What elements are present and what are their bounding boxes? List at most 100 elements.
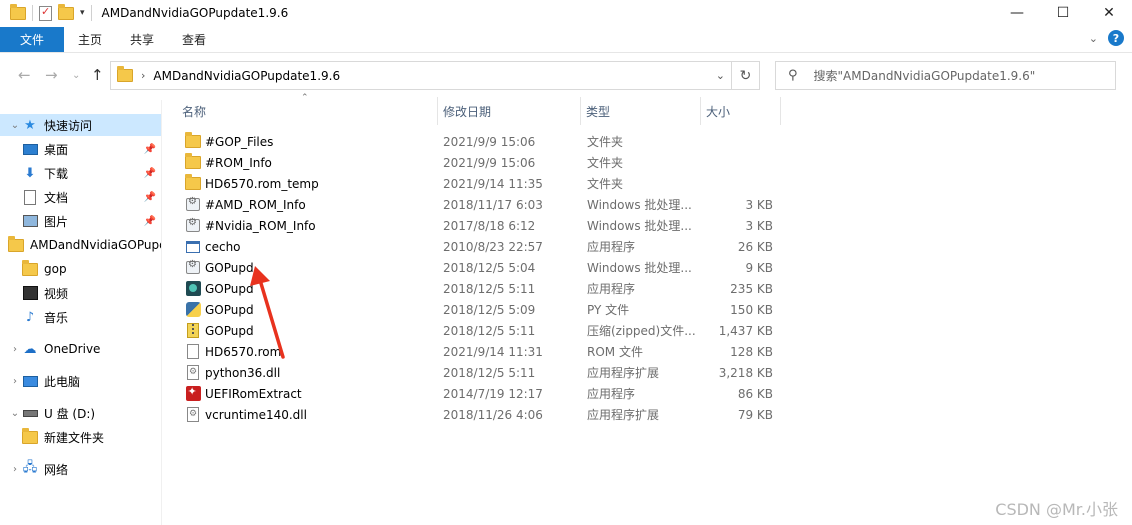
sidebar-item-downloads[interactable]: ⬇ 下载 📌 [0,162,162,184]
annotation-arrow-icon [250,266,285,359]
expand-ribbon-chevron-icon[interactable]: ⌄ [1089,32,1098,45]
pin-icon[interactable]: 📌 [144,144,156,155]
file-name: HD6570.rom_temp [205,176,319,191]
file-date: 2021/9/9 15:06 [443,155,536,170]
ribbon-divider [0,52,1132,53]
breadcrumb-chevron-icon[interactable]: › [141,69,145,82]
sidebar-item-quick-access[interactable]: ⌄ ★ 快速访问 [0,114,162,136]
sidebar-item-label: 视频 [44,286,69,301]
file-row[interactable]: #Nvidia_ROM_Info 2017/8/18 6:12 Windows … [177,215,777,236]
tab-file[interactable]: 文件 [0,27,65,52]
file-row[interactable]: UEFIRomExtract 2014/7/19 12:17 应用程序 86 K… [177,383,777,404]
sidebar-item-documents[interactable]: 文档 📌 [0,186,162,208]
sidebar-item-this-pc[interactable]: › 此电脑 [0,370,162,392]
sidebar-item-amdandnvidia-folder[interactable]: AMDandNvidiaGOPupdate1.9.6 [0,234,162,256]
document-icon [22,189,38,205]
up-arrow-icon[interactable]: ↑ [91,66,104,84]
batch-file-icon [185,217,201,234]
sidebar-item-label: 下载 [44,166,69,181]
file-row[interactable]: #AMD_ROM_Info 2018/11/17 6:03 Windows 批处… [177,194,777,215]
file-size: 3 KB [745,218,773,233]
sidebar-scrollbar[interactable] [161,100,162,525]
file-size: 3 KB [745,197,773,212]
sidebar-item-gop[interactable]: gop [0,258,162,280]
sidebar-item-label: U 盘 (D:) [44,406,96,421]
file-row[interactable]: HD6570.rom_temp 2021/9/14 11:35 文件夹 [177,173,777,194]
close-button[interactable]: ✕ [1086,0,1132,26]
file-date: 2018/11/26 4:06 [443,407,543,422]
sidebar-item-music[interactable]: ♪ 音乐 [0,306,162,328]
desktop-icon [22,141,38,157]
star-icon: ★ [24,117,36,133]
sidebar-item-pictures[interactable]: 图片 📌 [0,210,162,232]
pin-icon[interactable]: 📌 [144,192,156,203]
dll-file-icon [185,365,201,381]
search-input[interactable]: ⚲ 搜索"AMDandNvidiaGOPupdate1.9.6" [775,61,1116,90]
minimize-button[interactable]: — [994,0,1040,26]
column-header-name[interactable]: 名称 [176,97,436,125]
collapse-chevron-icon[interactable]: ⌄ [8,120,22,131]
search-placeholder: 搜索"AMDandNvidiaGOPupdate1.9.6" [813,69,1036,83]
pin-icon[interactable]: 📌 [144,168,156,179]
uefi-app-icon [185,385,201,402]
address-dropdown-icon[interactable]: ⌄ [716,69,725,82]
file-type: 应用程序 [587,282,636,296]
file-name: #GOP_Files [205,134,274,149]
download-icon: ⬇ [24,165,36,181]
refresh-icon[interactable]: ↻ [731,62,759,89]
tab-share[interactable]: 共享 [116,27,168,52]
sidebar-item-label: AMDandNvidiaGOPupdate1.9.6 [30,238,162,252]
file-type: ROM 文件 [587,345,643,359]
folder-icon [117,66,133,82]
computer-icon [22,373,38,389]
sidebar-item-label: 新建文件夹 [44,430,105,445]
file-row[interactable]: vcruntime140.dll 2018/11/26 4:06 应用程序扩展 … [177,404,777,425]
recent-locations-chevron-icon[interactable]: ⌄ [72,70,80,81]
address-bar[interactable]: › AMDandNvidiaGOPupdate1.9.6 ⌄ ↻ [110,61,760,90]
sidebar-item-desktop[interactable]: 桌面 📌 [0,138,162,160]
back-arrow-icon[interactable]: ← [18,66,31,84]
help-icon[interactable]: ? [1108,30,1124,46]
file-row[interactable]: cecho 2010/8/23 22:57 应用程序 26 KB [177,236,777,257]
navigation-row: ← → ⌄ ↑ › AMDandNvidiaGOPupdate1.9.6 ⌄ ↻… [0,58,1132,92]
column-header-size[interactable]: 大小 [700,97,780,125]
customize-toolbar-chevron-icon[interactable]: ▾ [80,8,85,18]
file-type: 文件夹 [587,177,624,191]
expand-chevron-icon[interactable]: › [8,464,22,475]
file-date: 2010/8/23 22:57 [443,239,543,254]
file-type: 应用程序 [587,240,636,254]
ribbon-tabs: 文件 主页 共享 查看 ⌄ ? [0,27,1132,52]
forward-arrow-icon[interactable]: → [45,66,58,84]
expand-chevron-icon[interactable]: › [8,376,22,387]
pin-icon[interactable]: 📌 [144,216,156,227]
sidebar-item-videos[interactable]: 视频 [0,282,162,304]
properties-icon[interactable] [39,5,52,21]
column-header-type[interactable]: 类型 [580,97,700,125]
file-name: #ROM_Info [205,155,272,170]
column-header-date[interactable]: 修改日期 [437,97,580,125]
column-divider[interactable] [780,97,781,125]
application-icon [185,281,201,297]
tab-view[interactable]: 查看 [168,27,220,52]
new-folder-icon[interactable] [58,3,74,20]
file-row[interactable]: #GOP_Files 2021/9/9 15:06 文件夹 [177,131,777,152]
file-date: 2017/8/18 6:12 [443,218,536,233]
sidebar-item-network[interactable]: › 🖧 网络 [0,458,162,480]
file-row[interactable]: #ROM_Info 2021/9/9 15:06 文件夹 [177,152,777,173]
sidebar-item-onedrive[interactable]: › ☁ OneDrive [0,338,162,360]
tab-home[interactable]: 主页 [64,27,116,52]
breadcrumb-current-folder[interactable]: AMDandNvidiaGOPupdate1.9.6 [153,69,340,83]
collapse-chevron-icon[interactable]: ⌄ [8,408,22,419]
search-icon: ⚲ [788,68,798,83]
toolbar-divider [32,5,33,21]
sidebar-item-new-folder[interactable]: 新建文件夹 [0,426,162,448]
expand-chevron-icon[interactable]: › [8,344,22,355]
folder-icon [185,174,201,192]
maximize-button[interactable]: ☐ [1040,0,1086,26]
file-name: cecho [205,239,241,254]
sidebar-item-usb-drive[interactable]: ⌄ U 盘 (D:) [0,402,162,424]
file-date: 2018/12/5 5:11 [443,323,536,338]
folder-icon [185,132,201,150]
file-date: 2018/12/5 5:09 [443,302,536,317]
file-row[interactable]: python36.dll 2018/12/5 5:11 应用程序扩展 3,218… [177,362,777,383]
